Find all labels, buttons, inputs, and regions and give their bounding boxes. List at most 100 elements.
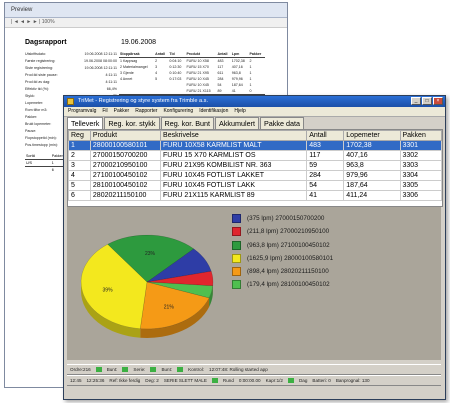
- app-title: TriMet - Registrering og styre system fr…: [78, 98, 209, 104]
- column-header[interactable]: Lopemeter: [343, 130, 401, 141]
- menu-item[interactable]: Hjelp: [234, 107, 245, 116]
- key-value: 19.06.2008 12:11:11: [84, 66, 117, 70]
- table-row[interactable]: 5 28100100450102 FURU 10X45 FOTLIST LAKK 54…: [68, 180, 442, 191]
- table-cell: FURU 21X95 KOMBILIST NR. 363: [160, 160, 308, 171]
- legend-label: (179,4 lpm) 28100100450102: [247, 281, 330, 289]
- status-indicator: [122, 367, 129, 372]
- key-row: Utskriftsdato: 19.06.2008 12:11:11: [25, 51, 117, 58]
- table-cell: 407,16: [343, 150, 401, 161]
- report-date: 19.06.2008: [121, 39, 157, 46]
- table-cell: 2: [68, 150, 91, 161]
- column-header[interactable]: Pakken: [399, 130, 442, 141]
- legend-item: (211,8 lpm) 27000210950100: [232, 226, 333, 237]
- table-cell: FURU 10X58 KARMLIST MALT: [160, 140, 308, 151]
- tab-pakke-data[interactable]: Pakke data: [260, 117, 304, 129]
- pie-slice-label: 39%: [103, 288, 114, 294]
- key-value: 66,4%: [106, 87, 117, 91]
- key-label: Pos.timestopp (min):: [25, 143, 58, 147]
- table-cell: 4: [68, 170, 91, 181]
- menu-item[interactable]: Konfigurering: [163, 107, 193, 116]
- table-cell: 27000210950100: [89, 160, 162, 171]
- table-cell: 979,96: [343, 170, 401, 181]
- table-cell: 1702,38: [343, 140, 401, 151]
- report-summary-table: Stoppårsak Antall Tid Produkt Antall Lpm Pakke…: [119, 51, 265, 101]
- status-bar-bottom: 12:45 12:25:36 Ref: Ikke ferdig Deg: 2 SERIE…: [67, 375, 441, 386]
- registration-grid: Reg Produkt Beskrivelse Antall Lopemeter Pakk…: [67, 129, 443, 207]
- table-cell: 187,64: [343, 180, 401, 191]
- table-cell: 6: [68, 190, 91, 201]
- tab-reg-kor-stykk[interactable]: Reg. kor. stykk: [104, 117, 160, 129]
- key-label: Prod.tid siste pause:: [25, 73, 58, 77]
- column-header[interactable]: Antall: [306, 130, 345, 141]
- legend-label: (898,4 lpm) 28020211150100: [247, 268, 329, 276]
- key-value: 19.06.2008 12:11:11: [84, 52, 117, 56]
- key-value: 4:11:11: [105, 80, 117, 84]
- legend-swatch: [232, 253, 241, 263]
- key-label: Siste registrering:: [25, 66, 53, 70]
- table-row[interactable]: 2 27000150700200 FURU 15 X70 KARMLIST OS 11…: [68, 150, 442, 161]
- status-text: Batteri: 0: [312, 378, 331, 383]
- column-header[interactable]: Beskrivelse: [160, 130, 308, 141]
- column-header[interactable]: Produkt: [89, 130, 162, 141]
- pie-chart: 21% 39% 23%: [80, 234, 214, 338]
- legend-label: (375 lpm) 27000150700200: [247, 215, 325, 222]
- key-value: 19.06.2008 08:00:00: [84, 59, 117, 63]
- table-cell: FURU 10X45 FOTLIST LAKK: [160, 180, 308, 191]
- legend-swatch: [232, 267, 241, 277]
- table-cell: 3304: [399, 170, 442, 181]
- legend-swatch: [232, 240, 241, 250]
- menu-item[interactable]: Fil: [102, 107, 107, 116]
- legend-label: (211,8 lpm) 27000210950100: [247, 228, 330, 236]
- minimize-icon[interactable]: _: [411, 97, 421, 105]
- table-cell: FURU 10X45 FOTLIST LAKKET: [160, 170, 308, 181]
- grid-header-row: Reg Produkt Beskrivelse Antall Lopemeter Pakk…: [68, 130, 442, 141]
- status-indicator: [150, 367, 157, 372]
- table-row[interactable]: 6 28020211150100 FURU 21X115 KARMLIST 89 41…: [68, 190, 442, 201]
- key-row: Effektiv tid (%): 66,4%: [25, 86, 117, 93]
- key-label: Pause:: [25, 129, 37, 133]
- pie-chart-area: 21% 39% 23% (375 lpm) 27000150700200 (211,8…: [67, 207, 441, 360]
- pie-slice-label: 21%: [164, 305, 175, 311]
- status-text: Rund: [222, 378, 234, 383]
- key-value: 4:11:11: [105, 73, 117, 77]
- key-label: Lopemeter:: [25, 101, 44, 105]
- preview-toolbar[interactable]: | ◄ ◄ ► ► | 100%: [5, 18, 287, 28]
- status-text: Kapr:1/2: [265, 378, 283, 383]
- tab-strip: Telleverk Reg. kor. stykk Reg. kor. Bunt Ak…: [67, 117, 305, 129]
- window-controls: _ □ ×: [411, 97, 443, 105]
- pie-slice-label: 23%: [145, 251, 156, 257]
- app-icon: [67, 98, 74, 105]
- menu-item[interactable]: Programvalg: [68, 107, 96, 116]
- table-cell: 41: [306, 190, 345, 201]
- table-row[interactable]: 4 27100100450102 FURU 10X45 FOTLIST LAKKET…: [68, 170, 442, 181]
- key-label: Stykk:: [25, 94, 35, 98]
- table-cell: 411,24: [343, 190, 401, 201]
- menu-item[interactable]: Pakker: [114, 107, 130, 116]
- key-label: Pakker:: [25, 115, 38, 119]
- close-icon[interactable]: ×: [433, 97, 443, 105]
- status-bar-top: Ordre:216 Bunt: Serie: Bunt: Kontrol: 12:07:4…: [67, 364, 441, 375]
- status-text: 12:07:48: Rolling started app: [209, 367, 268, 372]
- legend-label: (963,8 lpm) 27100100450102: [247, 241, 330, 249]
- legend-item: (1625,9 lpm) 28000100580101: [232, 253, 333, 264]
- status-text: SERIE SLETT MALE: [163, 378, 207, 383]
- menu-item[interactable]: Rapporter: [135, 107, 157, 116]
- key-label: Brukt lopemeter:: [25, 122, 52, 126]
- legend-swatch: [232, 214, 241, 223]
- report-title: Dagsrapport: [25, 39, 67, 46]
- key-row: Første registrering: 19.06.2008 08:00:00: [25, 58, 117, 65]
- table-cell: 3303: [399, 160, 442, 171]
- table-row[interactable]: 1 28000100580101 FURU 10X58 KARMLIST MALT 4…: [68, 140, 442, 151]
- tab-akkumulert[interactable]: Akkumulert: [215, 117, 259, 129]
- tab-telleverk[interactable]: Telleverk: [67, 117, 104, 129]
- legend-swatch: [232, 280, 241, 290]
- legend-label: (1625,9 lpm) 28000100580101: [247, 254, 334, 262]
- menu-item[interactable]: Identifikasjon: [199, 107, 228, 116]
- tab-reg-kor-bunt[interactable]: Reg. kor. Bunt: [160, 117, 215, 129]
- column-header[interactable]: Reg: [68, 130, 91, 141]
- status-text: Ref: Ikke ferdig: [109, 378, 141, 383]
- trimet-window: TriMet - Registrering og styre system fr…: [63, 95, 446, 400]
- maximize-icon[interactable]: □: [422, 97, 432, 105]
- table-cell: 28100100450102: [89, 180, 162, 191]
- table-row[interactable]: 3 27000210950100 FURU 21X95 KOMBILIST NR. …: [68, 160, 442, 171]
